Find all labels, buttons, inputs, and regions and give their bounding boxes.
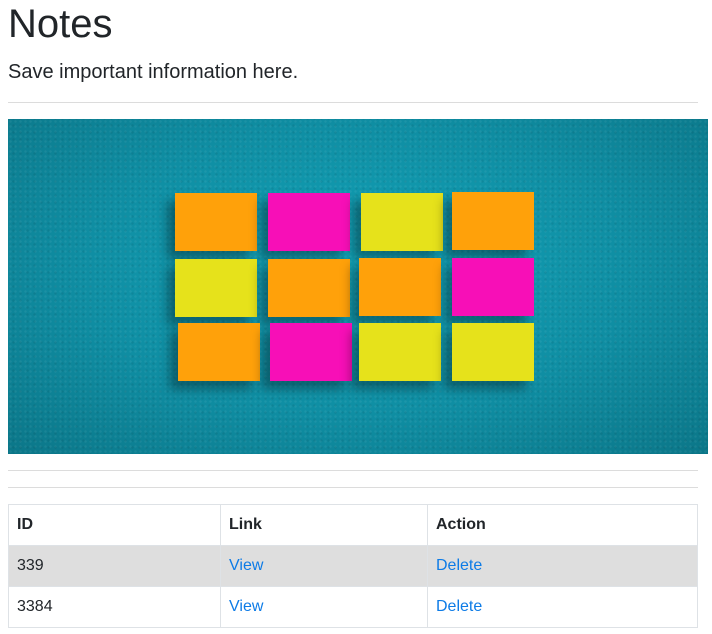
sticky-note: [452, 258, 534, 316]
sticky-note: [270, 323, 352, 381]
action-cell: Delete: [427, 545, 698, 587]
action-cell: Delete: [427, 586, 698, 628]
divider: [8, 470, 698, 471]
delete-link[interactable]: Delete: [436, 598, 482, 615]
sticky-note: [452, 192, 534, 250]
page-subtitle: Save important information here.: [8, 61, 299, 83]
sticky-note: [175, 259, 257, 317]
sticky-note: [268, 193, 350, 251]
wall-texture: [8, 119, 708, 454]
view-link[interactable]: View: [229, 557, 263, 574]
sticky-note: [359, 323, 441, 381]
column-header-id: ID: [8, 504, 221, 546]
divider: [8, 102, 698, 103]
link-cell: View: [220, 545, 428, 587]
column-header-action: Action: [427, 504, 698, 546]
notes-page: Notes Save important information here. I…: [0, 0, 712, 634]
sticky-note: [452, 323, 534, 381]
table-row: 3384 View Delete: [8, 586, 698, 628]
note-id-cell: 339: [8, 545, 221, 587]
sticky-note: [175, 193, 257, 251]
page-title: Notes: [8, 2, 113, 46]
link-cell: View: [220, 586, 428, 628]
sticky-note: [268, 259, 350, 317]
table-row: 339 View Delete: [8, 545, 698, 587]
view-link[interactable]: View: [229, 598, 263, 615]
sticky-note: [359, 258, 441, 316]
notes-table: ID Link Action 339 View Delete 3384 View…: [8, 504, 698, 628]
column-header-link: Link: [220, 504, 428, 546]
sticky-note: [361, 193, 443, 251]
note-id-cell: 3384: [8, 586, 221, 628]
sticky-note: [178, 323, 260, 381]
table-header-row: ID Link Action: [8, 504, 698, 546]
divider: [8, 487, 698, 488]
delete-link[interactable]: Delete: [436, 557, 482, 574]
hero-image: [8, 119, 708, 454]
